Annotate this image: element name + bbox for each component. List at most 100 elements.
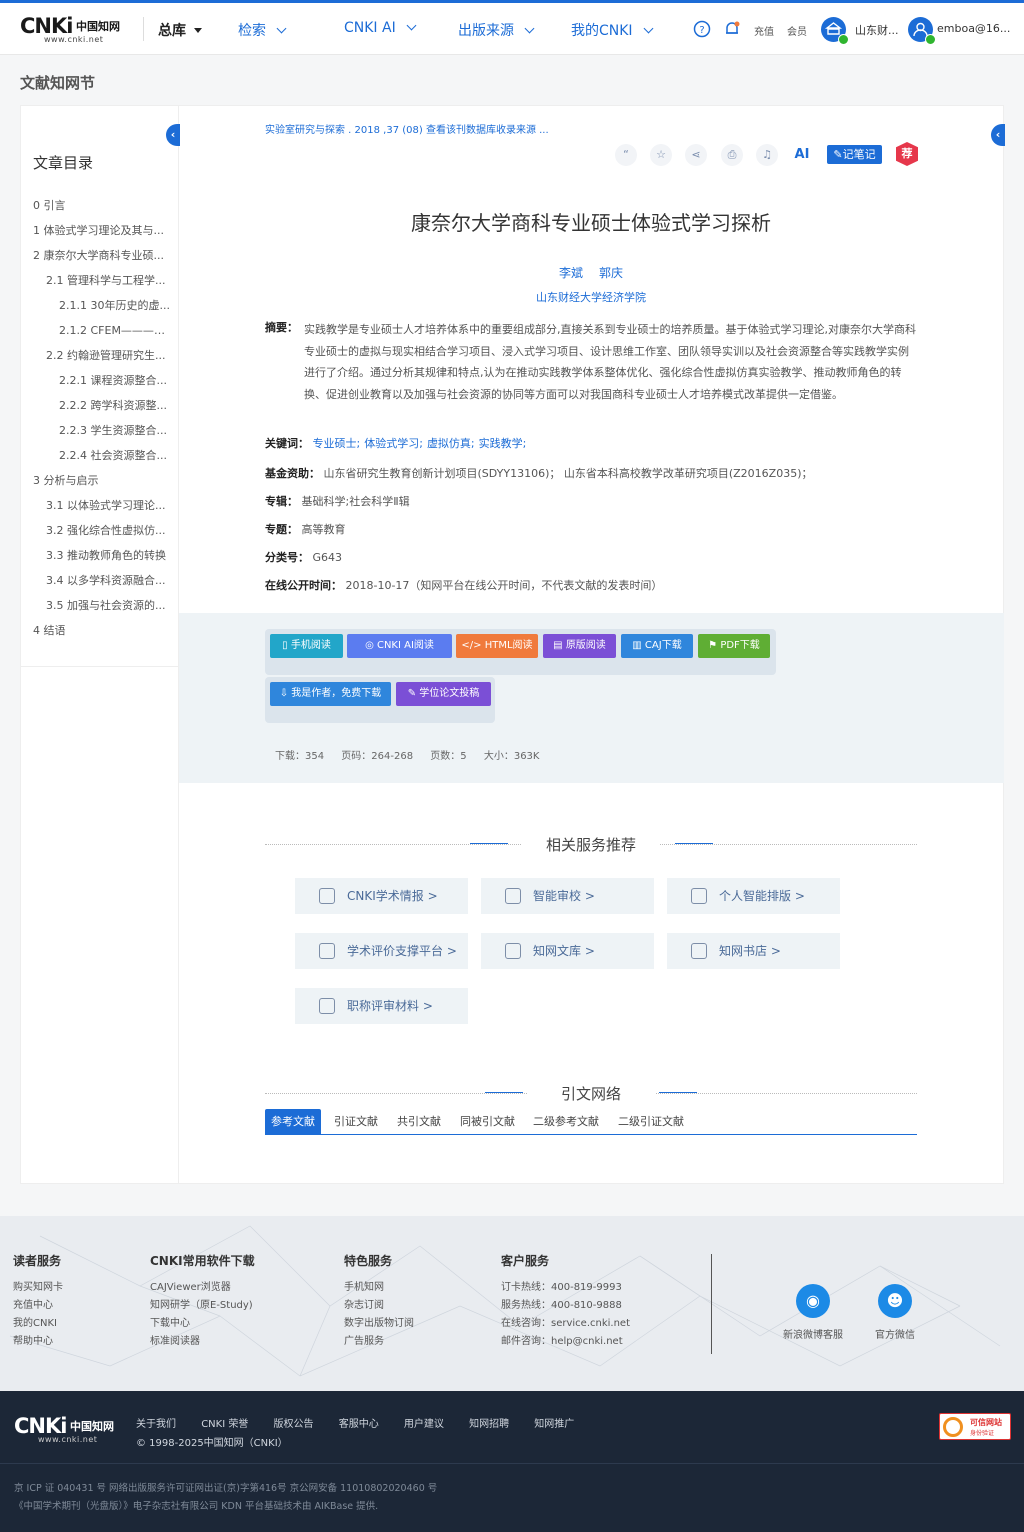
bell-icon[interactable]: ♫ <box>756 144 778 166</box>
keyword-link[interactable]: 实践教学; <box>479 437 527 450</box>
footer-link-about[interactable]: 关于我们 <box>136 1419 176 1430</box>
institution-avatar[interactable] <box>821 17 849 45</box>
toc-item[interactable]: 3.3 推动教师角色的转换 <box>33 546 173 571</box>
author-organization[interactable]: 山东财经大学经济学院 <box>265 289 917 305</box>
cnki-ai-read-button[interactable]: ◎ CNKI AI阅读 <box>347 634 452 658</box>
footer-link-feedback[interactable]: 用户建议 <box>404 1419 444 1430</box>
thesis-submit-button[interactable]: ✎ 学位论文投稿 <box>396 682 491 706</box>
fund-value[interactable]: 山东省研究生教育创新计划项目(SDYY13106)； 山东省本科高校教学改革研究… <box>324 467 813 480</box>
nav-cnki-ai[interactable]: CNKI AI <box>344 20 417 36</box>
take-note-button[interactable]: ✎记笔记 <box>827 145 882 164</box>
tab-co-citing[interactable]: 共引文献 <box>391 1109 447 1134</box>
member-link[interactable]: 会员 <box>787 23 807 38</box>
quote-icon[interactable]: “ <box>615 144 637 166</box>
tab-references[interactable]: 参考文献 <box>265 1109 321 1134</box>
toc-item[interactable]: 2.2.1 课程资源整合... <box>33 371 173 396</box>
icp-text[interactable]: 京 ICP 证 040431 号 网络出版服务许可证网出证(京)字第416号 京… <box>14 1480 437 1494</box>
footer-link[interactable]: 手机知网 <box>344 1279 414 1297</box>
institution-name[interactable]: 山东财... <box>855 22 899 38</box>
user-email[interactable]: emboa@16... <box>937 22 1010 35</box>
star-icon[interactable]: ☆ <box>650 144 672 166</box>
footer-link[interactable]: 在线咨询：service.cnki.net <box>501 1315 630 1333</box>
footer-link[interactable]: 服务热线：400-810-9888 <box>501 1297 630 1315</box>
nav-my-cnki[interactable]: 我的CNKI <box>571 20 654 40</box>
share-icon[interactable]: ⋖ <box>685 144 707 166</box>
toc-item[interactable]: 2.1.1 30年历史的虚... <box>33 296 173 321</box>
footer-link-jobs[interactable]: 知网招聘 <box>469 1419 509 1430</box>
toc-item[interactable]: 2.2.3 学生资源整合... <box>33 421 173 446</box>
journal-source[interactable]: 实验室研究与探索 . 2018 ,37 (08) 查看该刊数据库收录来源 ... <box>265 121 549 136</box>
toc-item[interactable]: 2.1.2 CFEM————... <box>33 321 173 346</box>
footer-link[interactable]: 广告服务 <box>344 1333 414 1351</box>
author-link[interactable]: 郭庆 <box>599 266 623 280</box>
author-link[interactable]: 李斌 <box>559 266 583 280</box>
toc-item[interactable]: 3 分析与启示 <box>33 471 173 496</box>
footer-link[interactable]: 数字出版物订阅 <box>344 1315 414 1333</box>
user-avatar[interactable] <box>908 17 936 45</box>
bell-icon[interactable] <box>723 20 741 38</box>
footer-link[interactable]: 帮助中心 <box>13 1333 63 1351</box>
footer-link[interactable]: 充值中心 <box>13 1297 63 1315</box>
mobile-read-button[interactable]: ▯ 手机阅读 <box>270 634 343 658</box>
toc-item[interactable]: 2.2 约翰逊管理研究生... <box>33 346 173 371</box>
footer-link-promotion[interactable]: 知网推广 <box>534 1419 574 1430</box>
keyword-link[interactable]: 虚拟仿真; <box>427 437 475 450</box>
toc-item[interactable]: 2.1 管理科学与工程学... <box>33 271 173 296</box>
footer-link[interactable]: 订卡热线：400-819-9993 <box>501 1279 630 1297</box>
wechat-icon[interactable]: ☻ <box>878 1284 912 1318</box>
caj-download-button[interactable]: ▥ CAJ下载 <box>621 634 693 658</box>
toc-item[interactable]: 4 结语 <box>33 621 173 646</box>
tab-secondary-references[interactable]: 二级参考文献 <box>527 1109 605 1134</box>
nav-zongku[interactable]: 总库 <box>158 20 202 40</box>
keyword-link[interactable]: 专业硕士; <box>313 437 361 450</box>
footer-link[interactable]: 标准阅读器 <box>150 1333 255 1351</box>
toc-item[interactable]: 2.2.4 社会资源整合... <box>33 446 173 471</box>
toc-item[interactable]: 0 引言 <box>33 196 173 221</box>
footer-link[interactable]: 邮件咨询：help@cnki.net <box>501 1333 630 1351</box>
toc-item[interactable]: 3.5 加强与社会资源的... <box>33 596 173 621</box>
toc-item[interactable]: 2 康奈尔大学商科专业硕... <box>33 246 173 271</box>
wechat-label[interactable]: 官方微信 <box>875 1326 915 1341</box>
recharge-link[interactable]: 充值 <box>754 23 774 38</box>
footer-link-service-center[interactable]: 客服中心 <box>339 1419 379 1430</box>
cnki-logo[interactable]: CNKi 中国知网 www.cnki.net <box>20 15 128 44</box>
service-smart-proofread[interactable]: 智能审校 > <box>481 878 654 914</box>
footer-link-honors[interactable]: CNKI 荣誉 <box>201 1419 248 1430</box>
nav-search[interactable]: 检索 <box>238 20 287 40</box>
toc-item[interactable]: 3.1 以体验式学习理论... <box>33 496 173 521</box>
ai-icon[interactable]: AI <box>791 144 813 166</box>
toc-item[interactable]: 1 体验式学习理论及其与... <box>33 221 173 246</box>
toc-item[interactable]: 3.2 强化综合性虚拟仿... <box>33 521 173 546</box>
tab-co-cited[interactable]: 同被引文献 <box>454 1109 521 1134</box>
footer-link[interactable]: 我的CNKI <box>13 1315 63 1333</box>
keyword-link[interactable]: 体验式学习; <box>364 437 423 450</box>
footer-link[interactable]: 购买知网卡 <box>13 1279 63 1297</box>
service-cnki-intelligence[interactable]: CNKI学术情报 > <box>295 878 468 914</box>
footer-link[interactable]: 下载中心 <box>150 1315 255 1333</box>
service-smart-typeset[interactable]: 个人智能排版 > <box>667 878 840 914</box>
footer-link[interactable]: 杂志订阅 <box>344 1297 414 1315</box>
html-read-button[interactable]: </> HTML阅读 <box>456 634 538 658</box>
footer-link-copyright[interactable]: 版权公告 <box>274 1419 314 1430</box>
author-free-download-button[interactable]: ⇩ 我是作者，免费下载 <box>270 682 391 706</box>
service-academic-evaluation[interactable]: 学术评价支撑平台 > <box>295 933 468 969</box>
service-cnki-library[interactable]: 知网文库 > <box>481 933 654 969</box>
weibo-label[interactable]: 新浪微博客服 <box>783 1326 843 1341</box>
toc-item[interactable]: 3.4 以多学科资源融合... <box>33 571 173 596</box>
tab-secondary-citing[interactable]: 二级引证文献 <box>612 1109 690 1134</box>
print-icon[interactable]: ⎙ <box>721 144 743 166</box>
footer-link[interactable]: CAJViewer浏览器 <box>150 1279 255 1297</box>
original-read-button[interactable]: ▤ 原版阅读 <box>543 634 616 658</box>
tab-citing[interactable]: 引证文献 <box>328 1109 384 1134</box>
footer-link[interactable]: 知网研学（原E-Study) <box>150 1297 255 1315</box>
nav-publication-source[interactable]: 出版来源 <box>458 20 535 40</box>
service-title-review[interactable]: 职称评审材料 > <box>295 988 468 1024</box>
collapse-right-panel-button[interactable]: ‹ <box>991 124 1005 146</box>
help-icon[interactable]: ? <box>693 20 711 38</box>
weibo-icon[interactable]: ◉ <box>796 1284 830 1318</box>
recommend-badge[interactable]: 荐 <box>896 142 918 166</box>
toc-item[interactable]: 2.2.2 跨学科资源整... <box>33 396 173 421</box>
pdf-download-button[interactable]: ⚑ PDF下载 <box>698 634 770 658</box>
trusted-site-badge[interactable]: 可信网站 身份验证 <box>939 1413 1011 1440</box>
service-cnki-bookstore[interactable]: 知网书店 > <box>667 933 840 969</box>
